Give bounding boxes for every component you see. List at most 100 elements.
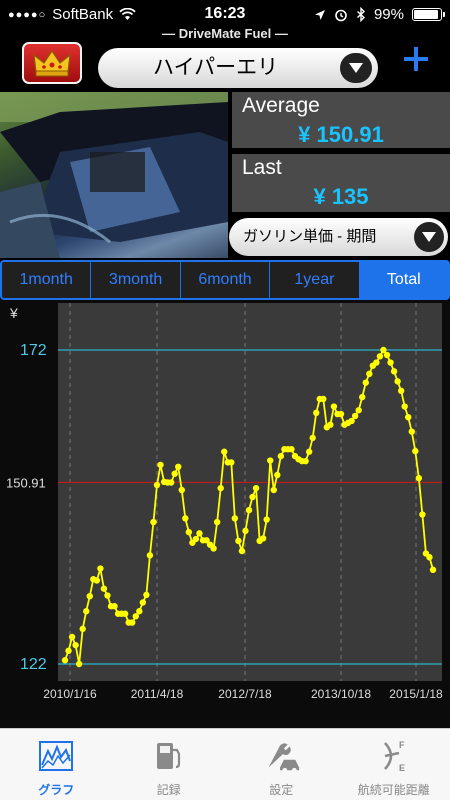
tab-6month[interactable]: 6month: [181, 262, 271, 298]
average-value: ¥ 150.91: [298, 122, 384, 147]
data-point: [136, 608, 143, 615]
status-right-group: 99%: [314, 6, 445, 23]
data-point: [263, 516, 270, 523]
data-point: [83, 608, 90, 615]
data-point: [401, 403, 408, 410]
data-point: [429, 566, 437, 573]
car-photo-image: [0, 92, 228, 258]
data-point: [426, 554, 433, 561]
data-point: [111, 603, 118, 610]
y-tick-label: 150.91: [6, 475, 46, 490]
data-point: [213, 518, 221, 526]
data-point: [61, 657, 69, 664]
average-panel: Average ¥ 150.91: [232, 92, 450, 148]
data-point: [75, 660, 83, 668]
car-selector-value: ハイパーエリ: [153, 56, 279, 79]
data-point: [178, 486, 185, 494]
last-panel: Last ¥ 135: [232, 154, 450, 212]
data-point: [150, 518, 157, 526]
last-label: Last: [242, 156, 282, 179]
svg-text:F: F: [399, 740, 405, 750]
add-button[interactable]: [396, 40, 436, 80]
period-selector[interactable]: ガソリン単価 - 期間: [229, 218, 448, 256]
tab-1year[interactable]: 1year: [270, 262, 360, 298]
data-point: [415, 474, 423, 482]
data-point: [387, 359, 394, 366]
data-point: [210, 545, 217, 552]
data-point: [185, 528, 193, 536]
fuel-price-chart[interactable]: ¥ 172 150.91 122 2010/1/16 2011/4/18 2012/7/…: [0, 300, 450, 728]
data-point: [274, 471, 281, 479]
data-point: [397, 387, 405, 395]
bottom-tab-settings[interactable]: 設定: [225, 729, 338, 800]
tab-total[interactable]: Total: [359, 262, 449, 298]
x-tick-label: 2013/10/18: [311, 687, 371, 701]
plus-icon: [404, 47, 428, 71]
data-point: [412, 447, 419, 455]
data-point: [277, 452, 285, 460]
data-point: [143, 591, 150, 599]
graph-icon: [36, 737, 76, 775]
data-point: [175, 463, 182, 471]
y-tick-label: 172: [20, 342, 47, 359]
data-point: [351, 412, 359, 420]
bottom-tab-label: 記録: [156, 783, 181, 797]
data-point: [192, 535, 200, 543]
data-point: [320, 395, 327, 403]
period-tabs: 1month 3month 6month 1year Total: [0, 260, 450, 300]
data-point: [171, 470, 178, 477]
data-point: [305, 448, 313, 455]
chevron-down-icon: [340, 53, 372, 83]
data-point: [196, 530, 203, 537]
data-point: [129, 619, 136, 626]
data-point: [235, 537, 242, 545]
data-point: [337, 410, 345, 418]
data-point: [252, 484, 260, 492]
battery-icon: [412, 8, 445, 21]
car-photo[interactable]: [0, 92, 228, 258]
last-value: ¥ 135: [313, 184, 369, 209]
data-point: [231, 515, 239, 522]
bottom-tab-range[interactable]: F E 航続可能距離: [338, 729, 450, 800]
x-tick-label: 2012/7/18: [218, 687, 272, 701]
data-point: [405, 413, 412, 421]
bottom-tab-record[interactable]: 記録: [113, 729, 226, 800]
alarm-clock-icon: [335, 9, 347, 21]
data-point: [221, 448, 228, 455]
tab-1month[interactable]: 1month: [2, 262, 92, 298]
data-point: [139, 599, 147, 606]
fuel-pump-icon: [149, 737, 189, 775]
data-point: [376, 353, 384, 360]
y-tick-label: 122: [20, 656, 47, 673]
fuel-gauge-icon: F E: [374, 737, 414, 775]
data-point: [259, 535, 267, 542]
tab-3month[interactable]: 3month: [91, 262, 181, 298]
data-point: [270, 486, 277, 494]
x-tick-label: 2011/4/18: [131, 687, 184, 701]
bottom-tab-label: グラフ: [38, 783, 75, 797]
bottom-tab-graph[interactable]: グラフ: [0, 729, 113, 800]
data-point: [362, 379, 369, 386]
data-point: [68, 633, 76, 641]
data-point: [288, 446, 295, 453]
car-selector[interactable]: ハイパーエリ: [98, 48, 378, 88]
data-point: [394, 378, 401, 385]
chevron-down-icon: [414, 222, 444, 252]
bottom-tab-label: 設定: [269, 783, 294, 797]
y-axis-unit-label: ¥: [9, 305, 18, 321]
bottom-tab-bar: グラフ 記録 設定 F E 航続可能距離: [0, 728, 450, 800]
data-point: [153, 481, 161, 489]
data-point: [408, 428, 415, 435]
crown-icon: [33, 49, 71, 77]
data-point: [79, 625, 86, 633]
premium-crown-button[interactable]: [22, 42, 82, 84]
data-point: [100, 585, 108, 592]
bottom-tab-label: 航続可能距離: [357, 783, 430, 797]
status-bar: ●●●●○ SoftBank 16:23 99%: [0, 0, 450, 28]
data-point: [93, 577, 101, 584]
data-point: [228, 459, 235, 466]
app-title-text: DriveMate Fuel: [178, 26, 272, 41]
data-point: [355, 407, 362, 414]
data-point: [373, 359, 380, 366]
x-tick-label: 2015/1/18: [389, 687, 443, 701]
